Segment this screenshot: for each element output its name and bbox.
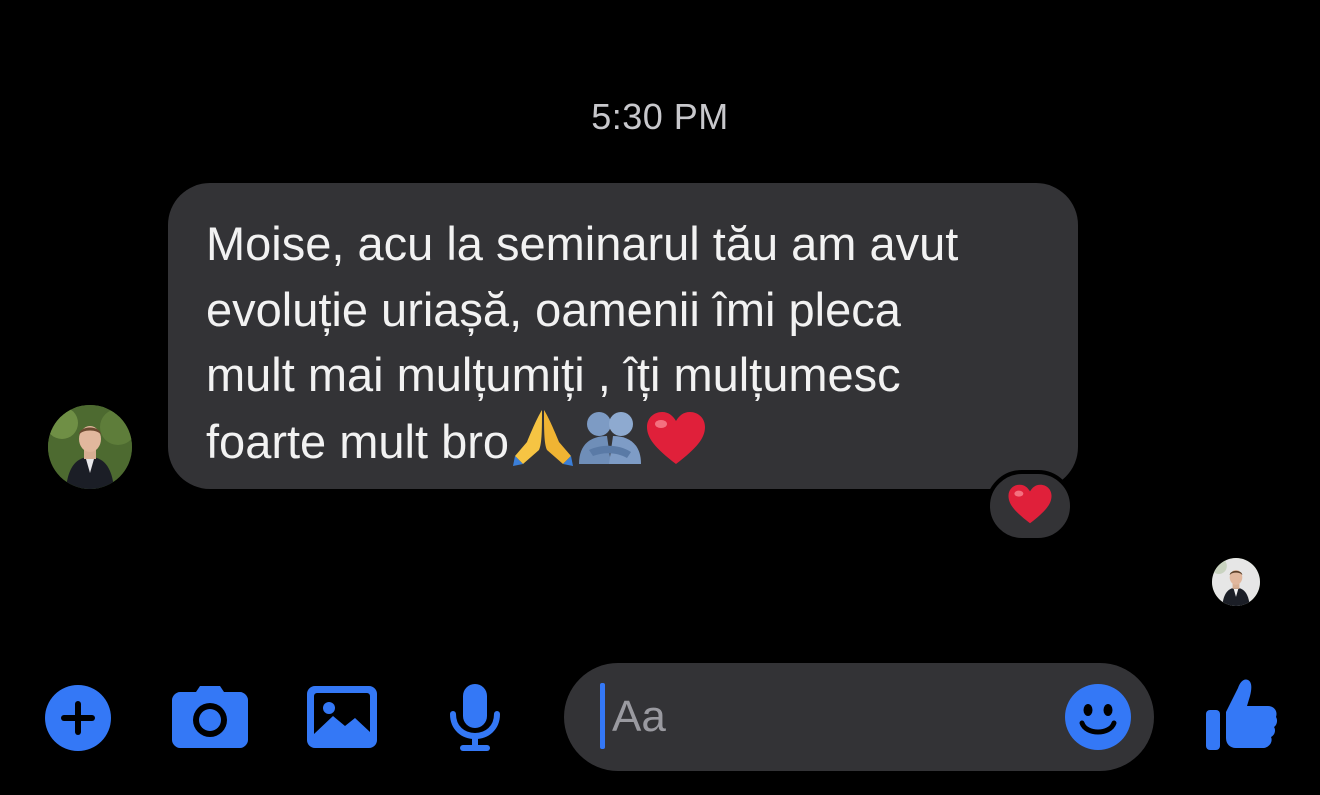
people-hugging-icon (577, 408, 643, 483)
chat-screen: 5:30 PM Moise, acu la seminarul tău am a… (0, 0, 1320, 795)
red-heart-icon (645, 410, 707, 483)
photo-icon[interactable] (307, 686, 377, 748)
message-bubble[interactable]: Moise, acu la seminarul tău am avut evol… (168, 183, 1078, 489)
microphone-icon[interactable] (448, 684, 502, 752)
message-composer[interactable] (564, 663, 1154, 771)
thumbs-up-icon[interactable] (1206, 678, 1278, 752)
plus-circle-icon[interactable] (44, 684, 112, 752)
reaction-heart-icon (1007, 483, 1053, 530)
smile-icon[interactable] (1064, 683, 1132, 751)
message-reaction-heart[interactable] (986, 470, 1074, 542)
sender-avatar[interactable] (48, 405, 132, 489)
seen-receipt-avatar (1212, 558, 1260, 606)
text-caret (600, 683, 605, 749)
message-input[interactable] (612, 687, 1042, 747)
message-text: Moise, acu la seminarul tău am avut evol… (206, 211, 1040, 482)
folded-hands-icon (511, 408, 575, 483)
message-timestamp: 5:30 PM (591, 96, 729, 137)
camera-icon[interactable] (172, 686, 248, 748)
